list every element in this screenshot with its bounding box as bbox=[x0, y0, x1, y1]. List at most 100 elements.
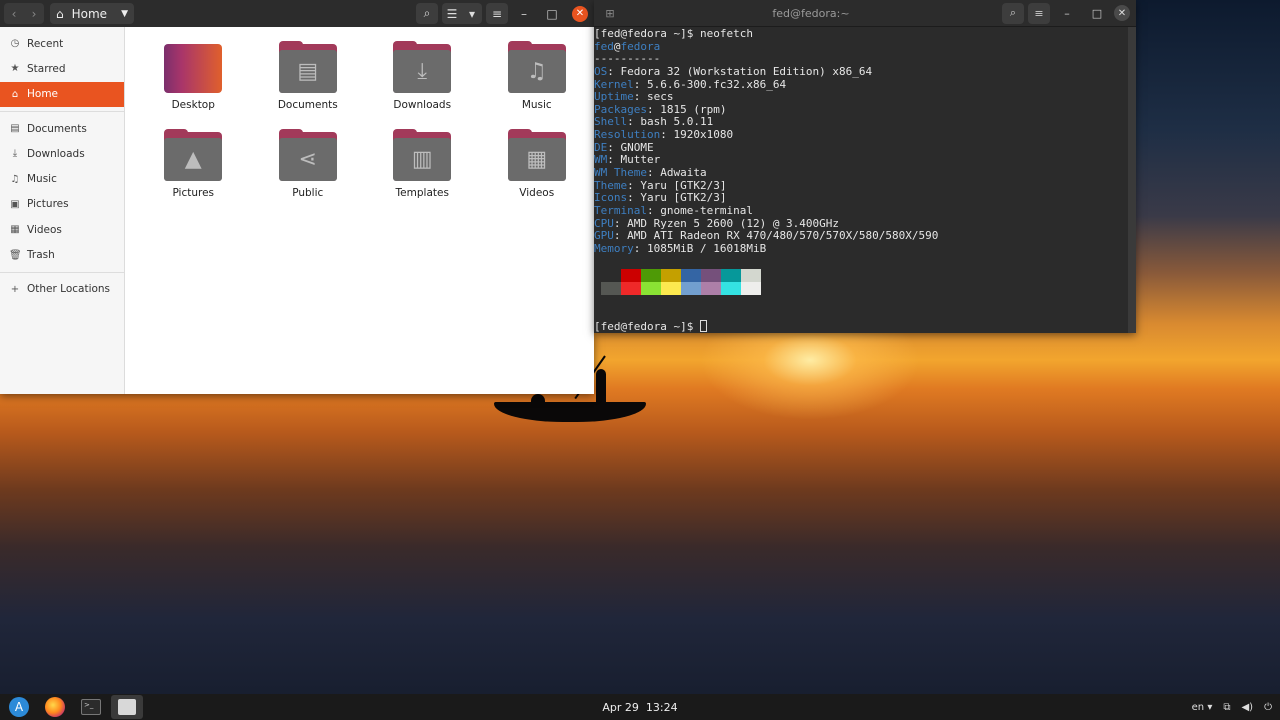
folder-emblem-icon: ▥ bbox=[393, 138, 452, 181]
chevron-down-icon[interactable]: ▼ bbox=[121, 9, 128, 19]
nav-buttons: ‹ › bbox=[4, 3, 44, 24]
taskbar: A >_ Apr 29 13:24 en ▾ ⧉ ◀) ⏻ bbox=[0, 694, 1280, 720]
maximize-icon: □ bbox=[1091, 6, 1103, 20]
minimize-button[interactable]: – bbox=[512, 3, 536, 24]
color-swatch bbox=[641, 268, 661, 282]
view-menu-button[interactable]: ▾ bbox=[462, 3, 482, 24]
back-button[interactable]: ‹ bbox=[4, 3, 24, 24]
color-swatch bbox=[721, 268, 741, 282]
sidebar-item-pictures[interactable]: ▣ Pictures bbox=[0, 192, 124, 217]
folder-videos[interactable]: ▦ Videos bbox=[480, 129, 595, 217]
list-view-button[interactable]: ☰ bbox=[442, 3, 462, 24]
color-swatch bbox=[701, 268, 721, 282]
maximize-button[interactable]: □ bbox=[540, 3, 564, 24]
menu-button[interactable]: ≡ bbox=[486, 3, 508, 24]
neofetch-value: : AMD Ryzen 5 2600 (12) @ 3.400GHz bbox=[613, 216, 840, 230]
taskbar-firefox[interactable] bbox=[39, 695, 71, 719]
chevron-left-icon: ‹ bbox=[11, 6, 17, 21]
trash-icon: 🗑 bbox=[9, 249, 22, 261]
terminal-cursor bbox=[699, 319, 707, 332]
folder-label: Music bbox=[521, 99, 552, 111]
terminal-title: fed@fedora:~ bbox=[772, 6, 850, 20]
folder-label: Pictures bbox=[172, 187, 215, 199]
clock-icon: ◷ bbox=[10, 38, 20, 50]
neofetch-key: Kernel bbox=[594, 77, 634, 91]
color-swatch bbox=[741, 281, 761, 295]
color-swatch bbox=[601, 281, 621, 295]
power-icon[interactable]: ⏻ bbox=[1264, 702, 1272, 713]
terminal-window: ⊞ fed@fedora:~ ⌕ ≡ – □ ✕ [fed@fedora ~]$… bbox=[594, 0, 1136, 333]
taskbar-terminal[interactable]: >_ bbox=[75, 695, 107, 719]
terminal-scrollbar[interactable] bbox=[1128, 27, 1136, 333]
terminal-maximize-button[interactable]: □ bbox=[1084, 7, 1110, 20]
terminal-output[interactable]: [fed@fedora ~]$ neofetch fed@fedora ----… bbox=[594, 27, 1136, 333]
files-window: ‹ › ⌂ Home ▼ ⌕ ☰ ▾ ≡ – □ ✕ ◷ Recent ★ Starr… bbox=[0, 0, 594, 394]
taskbar-files[interactable] bbox=[111, 695, 143, 719]
folder-icon: ▥ bbox=[393, 129, 452, 181]
maximize-icon: □ bbox=[546, 6, 558, 21]
sidebar-item-documents[interactable]: ▤ Documents bbox=[0, 116, 124, 141]
sidebar-item-downloads[interactable]: ⤓ Downloads bbox=[0, 141, 124, 166]
sidebar-separator bbox=[0, 271, 124, 273]
color-swatch bbox=[661, 281, 681, 295]
neofetch-value: : 1085MiB / 16018MiB bbox=[633, 241, 767, 255]
folder-icon: ▦ bbox=[507, 129, 566, 181]
sidebar-item-starred[interactable]: ★ Starred bbox=[0, 56, 124, 81]
terminal-command-line: [fed@fedora ~]$ neofetch bbox=[594, 27, 753, 40]
language-indicator[interactable]: en ▾ bbox=[1192, 702, 1213, 713]
sidebar-item-videos[interactable]: ▦ Videos bbox=[0, 217, 124, 242]
folder-documents[interactable]: ▤ Documents bbox=[251, 41, 366, 129]
forward-button[interactable]: › bbox=[24, 3, 44, 24]
video-icon: ▦ bbox=[10, 224, 20, 236]
terminal-minimize-button[interactable]: – bbox=[1054, 7, 1080, 20]
volume-icon[interactable]: ◀) bbox=[1241, 702, 1253, 713]
neofetch-key: DE bbox=[594, 140, 608, 154]
color-swatch bbox=[681, 268, 701, 282]
folder-desktop[interactable]: Desktop bbox=[136, 41, 251, 129]
neofetch-value: : Yaru [GTK2/3] bbox=[627, 178, 727, 192]
folder-public[interactable]: ⋖ Public bbox=[251, 129, 366, 217]
neofetch-value: : 1920x1080 bbox=[660, 128, 734, 142]
folder-templates[interactable]: ▥ Templates bbox=[365, 129, 480, 217]
neofetch-value: : Fedora 32 (Workstation Edition) x86_64 bbox=[607, 64, 873, 78]
clock-date: Apr 29 bbox=[602, 700, 639, 714]
firefox-icon bbox=[45, 697, 65, 717]
color-swatch bbox=[661, 268, 681, 282]
folder-icon: ♫ bbox=[507, 41, 566, 93]
close-button[interactable]: ✕ bbox=[572, 5, 588, 22]
sidebar-item-music[interactable]: ♫ Music bbox=[0, 166, 124, 191]
search-icon: ⌕ bbox=[423, 6, 431, 20]
neofetch-value: : Adwaita bbox=[646, 166, 707, 180]
list-icon: ☰ bbox=[446, 6, 458, 21]
sidebar-item-trash[interactable]: 🗑 Trash bbox=[0, 242, 124, 267]
folder-emblem-icon: ⤓ bbox=[393, 50, 452, 93]
path-bar[interactable]: ⌂ Home ▼ bbox=[50, 3, 134, 24]
network-icon[interactable]: ⧉ bbox=[1223, 702, 1230, 713]
folder-pictures[interactable]: ▲ Pictures bbox=[136, 129, 251, 217]
sidebar-item-other-locations[interactable]: + Other Locations bbox=[0, 277, 124, 302]
clock[interactable]: Apr 29 13:24 bbox=[560, 701, 720, 714]
color-swatch bbox=[721, 281, 741, 295]
folder-icon: ▤ bbox=[278, 41, 337, 93]
taskbar-app-grid[interactable]: A bbox=[3, 695, 35, 719]
sidebar-item-home[interactable]: ⌂ Home bbox=[0, 81, 124, 107]
folder-label: Desktop bbox=[171, 99, 215, 111]
sidebar-item-label: Downloads bbox=[27, 147, 85, 160]
new-tab-button[interactable]: ⊞ bbox=[600, 3, 620, 23]
terminal-search-button[interactable]: ⌕ bbox=[1002, 2, 1024, 24]
sidebar-item-recent[interactable]: ◷ Recent bbox=[0, 31, 124, 56]
files-icon bbox=[118, 699, 136, 715]
file-grid: Desktop ▤ Documents ⤓ Downloads ♫ Music ▲ Pictur… bbox=[125, 27, 594, 394]
color-palette bbox=[601, 268, 1136, 295]
color-swatch bbox=[621, 268, 641, 282]
sidebar: ◷ Recent ★ Starred ⌂ Home ▤ Documents ⤓ Downloads… bbox=[0, 27, 125, 394]
terminal-menu-button[interactable]: ≡ bbox=[1028, 2, 1050, 24]
download-icon: ⤓ bbox=[12, 148, 18, 160]
search-button[interactable]: ⌕ bbox=[416, 3, 438, 24]
neofetch-value: : gnome-terminal bbox=[646, 203, 753, 217]
folder-music[interactable]: ♫ Music bbox=[480, 41, 595, 129]
system-tray: en ▾ ⧉ ◀) ⏻ bbox=[1192, 702, 1272, 713]
terminal-close-button[interactable]: ✕ bbox=[1114, 5, 1130, 21]
folder-downloads[interactable]: ⤓ Downloads bbox=[365, 41, 480, 129]
plus-icon: + bbox=[10, 283, 20, 295]
